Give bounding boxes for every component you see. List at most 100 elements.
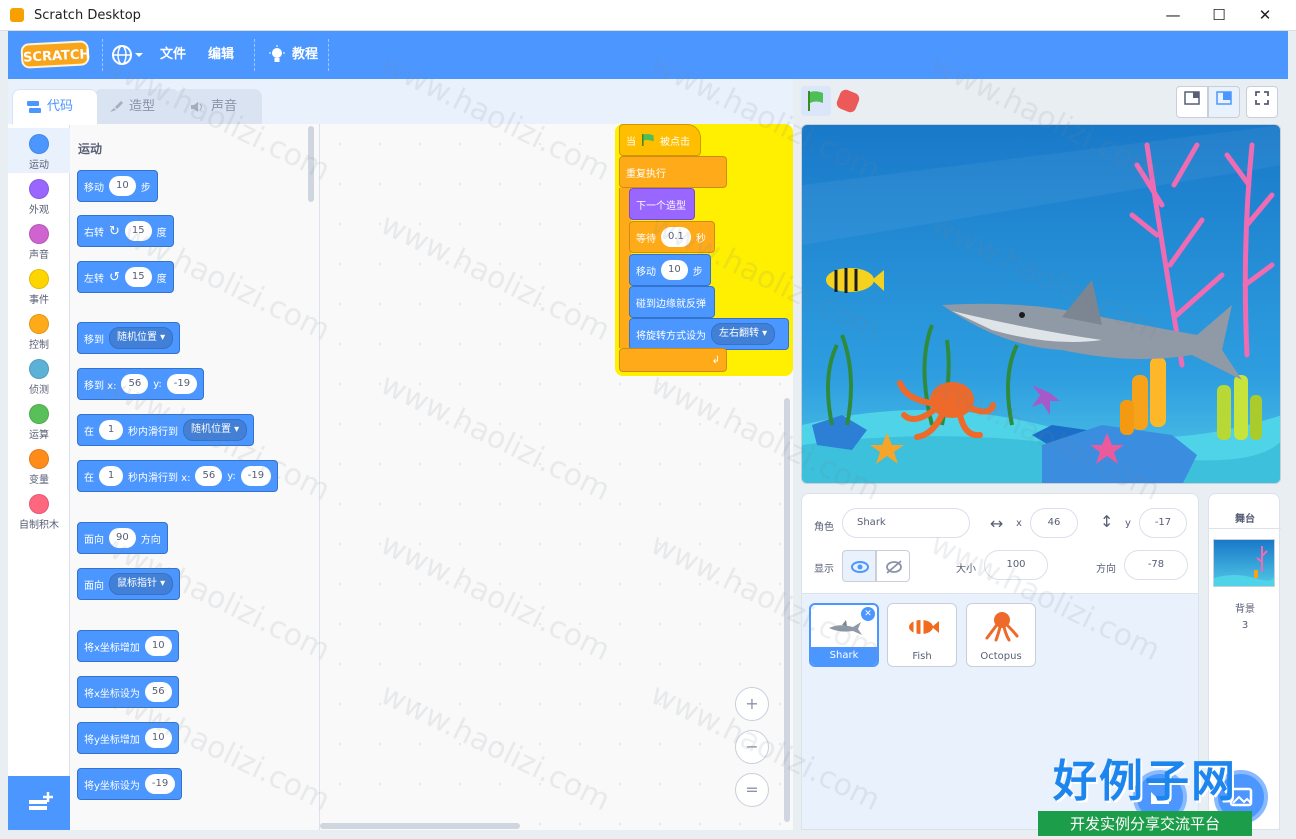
- block-point-towards[interactable]: 面向 鼠标指针 ▾: [77, 568, 181, 600]
- dropdown-value: 鼠标指针: [117, 578, 157, 589]
- hide-sprite-button[interactable]: [876, 550, 910, 582]
- block-move-steps[interactable]: 移动 10 步: [77, 170, 158, 202]
- category-dot: [29, 134, 49, 154]
- block-point-direction[interactable]: 面向 90 方向: [77, 522, 168, 554]
- y-label: y: [1125, 518, 1131, 529]
- block-text: 移动: [636, 266, 656, 278]
- zoom-in-button[interactable]: +: [735, 687, 769, 721]
- category-sound[interactable]: 声音: [8, 218, 70, 263]
- y-input[interactable]: -19: [166, 374, 198, 394]
- x-input[interactable]: 56: [121, 374, 149, 394]
- block-goto[interactable]: 移到 随机位置 ▾: [77, 322, 181, 354]
- block-forever[interactable]: 重复执行: [619, 156, 727, 188]
- block-next-costume[interactable]: 下一个造型: [629, 188, 695, 220]
- large-stage-icon: [1216, 91, 1232, 105]
- block-glide-xy[interactable]: 在 1 秒内滑行到 x: 56 y: -19: [77, 460, 279, 492]
- close-window-button[interactable]: ✕: [1242, 0, 1288, 31]
- block-text: 面向: [84, 534, 104, 546]
- paintbrush-icon: [110, 101, 123, 112]
- degrees-input[interactable]: 15: [124, 267, 152, 287]
- block-when-flag-clicked[interactable]: 当 被点击: [619, 124, 701, 156]
- rotation-style-dropdown[interactable]: 左右翻转 ▾: [711, 323, 776, 345]
- green-flag-button[interactable]: [801, 86, 831, 116]
- workspace-horizontal-scrollbar[interactable]: [320, 823, 520, 829]
- block-move-steps-script[interactable]: 移动 10 步: [629, 254, 711, 286]
- sprite-name-input[interactable]: Shark: [842, 508, 970, 538]
- steps-input[interactable]: 10: [661, 260, 688, 280]
- block-text: 在: [84, 472, 94, 484]
- goto-target-dropdown[interactable]: 随机位置 ▾: [109, 327, 174, 349]
- block-change-x[interactable]: 将x坐标增加 10: [77, 630, 179, 662]
- block-set-x[interactable]: 将x坐标设为 56: [77, 676, 179, 708]
- dropdown-value: 左右翻转: [719, 328, 759, 339]
- block-goto-xy[interactable]: 移到 x: 56 y: -19: [77, 368, 205, 400]
- value-input[interactable]: 56: [144, 682, 172, 702]
- wait-seconds-input[interactable]: 0.1: [661, 227, 691, 247]
- block-set-y[interactable]: 将y坐标设为 -19: [77, 768, 183, 800]
- block-glide-to[interactable]: 在 1 秒内滑行到 随机位置 ▾: [77, 414, 255, 446]
- zoom-out-icon: −: [745, 737, 759, 756]
- block-turn-left[interactable]: 左转 ↺ 15 度: [77, 261, 174, 293]
- block-text: 秒: [695, 233, 706, 245]
- stage-canvas[interactable]: [801, 124, 1281, 484]
- category-my-blocks[interactable]: 自制积木: [8, 488, 70, 533]
- tab-costumes[interactable]: 造型: [94, 89, 180, 125]
- y-position-input[interactable]: -17: [1139, 508, 1187, 538]
- tab-sounds[interactable]: 声音: [176, 89, 262, 125]
- category-looks[interactable]: 外观: [8, 173, 70, 218]
- palette-scrollbar[interactable]: [308, 126, 314, 202]
- sprite-thumbnail-fish[interactable]: Fish: [887, 603, 957, 667]
- category-dot: [29, 224, 49, 244]
- sprite-thumbnail-octopus[interactable]: Octopus: [966, 603, 1036, 667]
- block-change-y[interactable]: 将y坐标增加 10: [77, 722, 179, 754]
- degrees-input[interactable]: 15: [124, 221, 152, 241]
- category-variables[interactable]: 变量: [8, 443, 70, 488]
- language-menu[interactable]: [110, 31, 144, 79]
- value-input[interactable]: 10: [144, 728, 172, 748]
- palette-heading: 运动: [78, 142, 103, 156]
- point-towards-dropdown[interactable]: 鼠标指针 ▾: [109, 573, 174, 595]
- block-text: 将旋转方式设为: [636, 330, 706, 342]
- block-wait[interactable]: 等待 0.1 秒: [629, 221, 715, 253]
- category-operators[interactable]: 运算: [8, 398, 70, 443]
- direction-input[interactable]: -78: [1124, 550, 1188, 580]
- category-events[interactable]: 事件: [8, 263, 70, 308]
- steps-input[interactable]: 10: [109, 176, 136, 196]
- x-input[interactable]: 56: [195, 466, 223, 486]
- block-turn-right[interactable]: 右转 ↻ 15 度: [77, 215, 174, 247]
- tab-code[interactable]: 代码: [12, 89, 98, 125]
- seconds-input[interactable]: 1: [99, 420, 123, 440]
- x-position-input[interactable]: 46: [1030, 508, 1078, 538]
- normal-stage-button[interactable]: [1208, 86, 1240, 118]
- glide-target-dropdown[interactable]: 随机位置 ▾: [183, 419, 248, 441]
- show-sprite-button[interactable]: [842, 550, 876, 582]
- category-control[interactable]: 控制: [8, 308, 70, 353]
- category-sensing[interactable]: 侦测: [8, 353, 70, 398]
- direction-input[interactable]: 90: [109, 528, 136, 548]
- value-input[interactable]: -19: [144, 774, 176, 794]
- block-set-rotation-style[interactable]: 将旋转方式设为 左右翻转 ▾: [629, 318, 789, 350]
- fullscreen-button[interactable]: [1246, 86, 1278, 118]
- value-input[interactable]: 10: [144, 636, 172, 656]
- category-motion[interactable]: 运动: [8, 128, 70, 173]
- forever-bottom: ↲: [619, 348, 727, 372]
- delete-sprite-icon[interactable]: ✕: [861, 607, 875, 621]
- block-text: 将y坐标设为: [84, 780, 140, 792]
- zoom-out-button[interactable]: −: [735, 730, 769, 764]
- block-text: 当: [626, 136, 636, 148]
- file-menu[interactable]: 文件: [160, 31, 186, 79]
- seconds-input[interactable]: 1: [99, 466, 123, 486]
- add-extension-button[interactable]: [8, 776, 70, 830]
- maximize-button[interactable]: ☐: [1196, 0, 1242, 31]
- zoom-reset-button[interactable]: =: [735, 773, 769, 807]
- block-bounce[interactable]: 碰到边缘就反弹: [629, 286, 715, 318]
- sprite-thumbnail-shark[interactable]: ✕ Shark: [809, 603, 879, 667]
- scratch-logo[interactable]: SCRATCH: [20, 40, 91, 69]
- workspace-vertical-scrollbar[interactable]: [784, 398, 790, 822]
- size-input[interactable]: 100: [984, 550, 1048, 580]
- edit-menu[interactable]: 编辑: [208, 31, 234, 79]
- tutorials-button[interactable]: 教程: [266, 31, 326, 79]
- minimize-button[interactable]: —: [1150, 0, 1196, 31]
- small-stage-button[interactable]: [1176, 86, 1208, 118]
- y-input[interactable]: -19: [240, 466, 272, 486]
